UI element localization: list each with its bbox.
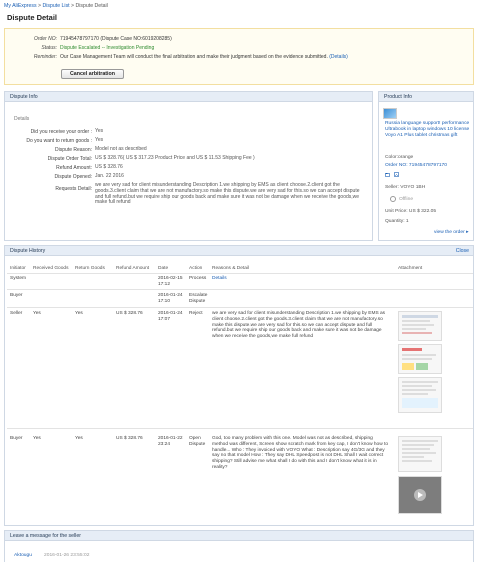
row3-received: Yes [33,311,41,316]
seller-name: Seller: VOYO 1BH [385,185,426,190]
row2-action: Escalate Dispute [189,293,208,304]
breadcrumb: My AliExpress > Dispute List > Dispute D… [4,3,108,9]
product-color: Color:orange [385,155,414,160]
status-value: Dispute Escalated -- Investigation Pendi… [60,45,155,51]
divider [7,428,473,429]
dispute-summary: Order NO: 71945478797170 (Dispute Case NO… [4,28,474,85]
breadcrumb-current: Dispute Detail [75,3,108,9]
product-title-link[interactable]: Russia language support! performance Ult… [385,121,471,138]
dispute-info-heading: Dispute Info [5,92,372,102]
row2-initiator: Buyer [10,293,23,298]
product-info-heading: Product Info [379,92,473,102]
row3-action: Reject [189,311,203,316]
offline-status-icon [390,196,396,202]
offline-label: Offline [399,197,414,202]
reminder-text: Our Case Management Team will conduct th… [60,54,328,60]
order-no-label: Order NO: [33,36,57,42]
col-reasons: Reasons & Detail [212,266,250,271]
order-no-value: 71945478797170 (Dispute Case NO:60192082… [60,36,172,42]
row4-initiator: Buyer [10,436,23,441]
row3-return: Yes [75,311,83,316]
play-icon [414,489,426,501]
image-icon[interactable] [394,172,399,177]
page-title: Dispute Detail [7,13,58,22]
dispute-history-heading: Dispute History [5,246,473,256]
breadcrumb-my-aliexpress[interactable]: My AliExpress [4,3,37,9]
row4-return: Yes [75,436,83,441]
leave-message-panel: Leave a message for the seller Aktougu 2… [4,530,474,562]
product-info-panel: Product Info Russia language support! pe… [378,91,474,241]
row1-details-link[interactable]: Details [212,276,227,282]
folder-icon[interactable] [385,172,390,177]
dispute-history-panel: Dispute History Close Initiator Received… [4,245,474,526]
history-close-link[interactable]: Close [456,246,469,256]
reminder-details-link[interactable]: (Details) [329,54,348,60]
attachment-video-thumbnail[interactable] [398,476,442,514]
dispute-info-panel: Dispute Info Details Did you receive you… [4,91,373,241]
view-order-link[interactable]: view the order ▸ [434,229,469,235]
col-refund: Refund Amount [116,266,150,271]
divider [7,307,473,308]
product-thumbnail[interactable] [383,108,397,119]
status-label: Status: [41,45,57,51]
message-time: 2016-01-26 23:55:02 [44,553,90,558]
row3-detail: we are very sad for client misunderstand… [212,311,386,340]
reminder-label: Reminder: [33,54,57,60]
row3-initiator: Seller [10,311,23,316]
product-order-no[interactable]: Order NO: 71945478797170 [385,163,447,168]
divider [7,273,473,274]
quantity: Quantity: 1 [385,219,409,224]
row4-detail: God, too many problem with this one. Mod… [212,436,388,470]
row3-date: 2016-01-24 17:07 [158,311,183,322]
row4-date: 2016-01-22 23:24 [158,436,183,447]
cancel-arbitration-button[interactable]: Cancel arbitration [61,69,124,79]
breadcrumb-dispute-list[interactable]: Dispute List [43,3,70,9]
col-attachment: Attachment [398,266,423,271]
row3-amount: US $ 328.76 [116,311,143,316]
col-received: Received Goods [33,266,69,271]
unit-price: Unit Price: US $ 322.05 [385,209,437,214]
attachment-thumbnail[interactable] [398,344,442,374]
divider [7,289,473,290]
attachment-thumbnail[interactable] [398,377,442,413]
col-initiator: Initiator [10,266,26,271]
col-return: Return Goods [75,266,105,271]
row1-date: 2016-02-15 17:12 [158,276,183,287]
row1-initiator: System [10,276,26,281]
message-author[interactable]: Aktougu [14,553,32,558]
row4-amount: US $ 328.76 [116,436,143,441]
details-label: Details [14,116,30,122]
row1-action: Process [189,276,207,281]
row4-received: Yes [33,436,41,441]
row2-date: 2016-01-24 17:10 [158,293,183,304]
leave-message-heading: Leave a message for the seller [5,531,473,541]
row4-action: Open Dispute [189,436,206,447]
attachment-thumbnail[interactable] [398,436,442,472]
col-action: Action [189,266,203,271]
attachment-thumbnail[interactable] [398,311,442,341]
col-date: Date [158,266,169,271]
